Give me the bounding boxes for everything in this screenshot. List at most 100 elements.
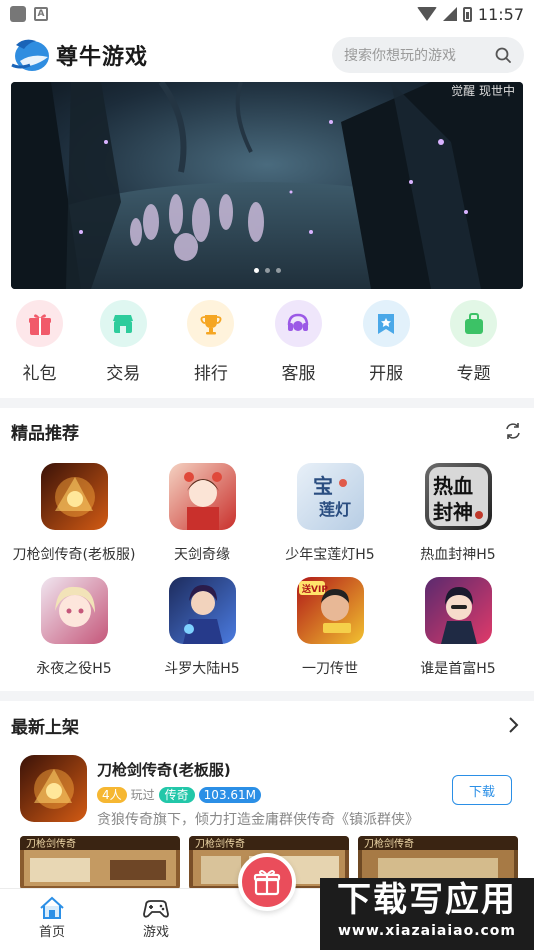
section-title: 精品推荐 [11,423,79,444]
newest-game-item[interactable]: 刀枪剑传奇(老板服) 4人 玩过 传奇 103.61M 贪狼传奇旗下，倾力打造金… [20,755,520,828]
nav-label: 游戏 [142,925,169,940]
newest-header: 最新上架 [11,710,523,740]
gift-center-button[interactable] [238,853,296,911]
download-button[interactable]: 下载 [452,775,512,805]
game-card[interactable]: 送VIP 一刀传世 [266,577,394,691]
svg-text:热血: 热血 [433,474,473,498]
section-title: 最新上架 [11,717,79,738]
game-name: 谁是首富H5 [420,661,496,677]
nav-games[interactable]: 游戏 [126,895,186,940]
size-badge: 103.61M [198,786,262,803]
headset-icon [274,300,322,347]
game-description: 贪狼传奇旗下，倾力打造金庸群侠传奇《镇派群侠》 [97,812,419,828]
game-title: 刀枪剑传奇(老板服) [97,761,231,779]
svg-text:宝: 宝 [313,474,333,498]
banner-artwork [11,82,523,289]
game-name: 斗罗大陆H5 [164,661,240,677]
gamepad-icon [143,900,169,918]
trophy-icon [187,300,235,347]
gift-icon [253,870,281,896]
wifi-icon [416,7,437,21]
quick-nav-label: 专题 [456,364,491,384]
game-icon [168,577,236,644]
quick-nav-label: 交易 [106,364,141,384]
refresh-icon[interactable] [503,421,523,441]
quick-nav-label: 客服 [281,364,316,384]
screenshot-label: 刀枪剑传奇 [364,837,414,850]
app-name: 尊牛游戏 [56,45,149,70]
game-name: 刀枪剑传奇(老板服) [12,547,136,563]
notification-icon [10,6,26,22]
game-icon: 送VIP [296,577,364,644]
app-logo[interactable]: 尊牛游戏 [10,35,148,75]
carousel-indicator [11,268,523,273]
quick-nav-server[interactable]: 开服 [359,300,414,396]
chevron-right-icon[interactable] [503,715,523,735]
quick-nav-trade[interactable]: 交易 [96,300,151,396]
gift-icon [16,300,63,347]
watermark-title: 下载写应用 [337,880,517,920]
section-divider [0,398,534,408]
signal-icon [442,7,457,21]
svg-text:送VIP: 送VIP [301,583,328,595]
game-card[interactable]: 谁是首富H5 [394,577,522,691]
bag-icon [450,300,498,347]
quick-nav-label: 礼包 [22,364,57,384]
game-icon [40,463,108,530]
accessibility-icon: A [34,7,48,21]
game-icon [424,577,492,644]
screenshot-label: 刀枪剑传奇 [195,837,245,850]
clock: 11:57 [477,4,524,24]
shop-icon [99,300,147,347]
section-divider [0,691,534,701]
search-input[interactable]: 搜索你想玩的游戏 [332,37,524,73]
recommended-header: 精品推荐 [11,416,523,446]
recommended-grid: 刀枪剑传奇(老板服) 天剑奇缘 宝莲灯 少年宝莲灯H5 热血 封神 热血封神H5 … [0,463,534,691]
game-name: 热血封神H5 [420,547,496,563]
game-card[interactable]: 宝莲灯 少年宝莲灯H5 [266,463,394,577]
game-icon: 宝莲灯 [296,463,364,530]
game-card[interactable]: 天剑奇缘 [138,463,266,577]
search-icon[interactable] [494,46,512,64]
game-icon [168,463,236,530]
carousel-dot[interactable] [275,268,281,273]
genre-badge: 传奇 [158,786,195,803]
svg-text:封神: 封神 [433,500,473,524]
game-icon [20,755,87,822]
game-name: 少年宝莲灯H5 [285,547,375,563]
home-icon [40,896,64,919]
game-name: 天剑奇缘 [174,547,230,563]
screenshot-label: 刀枪剑传奇 [26,837,76,850]
watermark-url: www.xiazaiaiao.com [337,923,517,939]
game-name: 永夜之役H5 [36,661,112,677]
watermark-logo: 下载写应用 www.xiazaiaiao.com [320,878,534,950]
bookmark-icon [362,300,410,347]
game-card[interactable]: 热血 封神 热血封神H5 [394,463,522,577]
nav-home[interactable]: 首页 [22,895,82,940]
quick-nav-label: 排行 [193,364,228,384]
played-label: 玩过 [130,788,155,802]
quick-nav-gift[interactable]: 礼包 [16,300,63,396]
status-bar: A 11:57 [0,0,534,28]
quick-nav-support[interactable]: 客服 [271,300,326,396]
svg-text:莲灯: 莲灯 [319,500,351,519]
banner-tag: 觉醒 现世中 [451,84,515,98]
game-icon [40,577,108,644]
quick-nav: 礼包 交易 排行 客服 开服 专题 [0,300,534,396]
quick-nav-ranking[interactable]: 排行 [184,300,239,396]
game-name: 一刀传世 [302,661,358,677]
carousel-dot[interactable] [264,268,270,273]
game-screenshot[interactable]: 刀枪剑传奇 [20,836,180,890]
carousel-dot[interactable] [253,268,259,273]
quick-nav-label: 开服 [369,364,404,384]
players-badge: 4人 [97,786,127,803]
game-card[interactable]: 刀枪剑传奇(老板服) [10,463,138,577]
bull-logo-icon [11,39,49,71]
promo-banner[interactable]: 觉醒 现世中 [11,82,523,289]
game-card[interactable]: 斗罗大陆H5 [138,577,266,691]
battery-icon [462,6,472,22]
game-card[interactable]: 永夜之役H5 [10,577,138,691]
nav-label: 首页 [38,925,65,940]
quick-nav-topics[interactable]: 专题 [446,300,501,396]
app-header: 尊牛游戏 搜索你想玩的游戏 [0,28,534,82]
